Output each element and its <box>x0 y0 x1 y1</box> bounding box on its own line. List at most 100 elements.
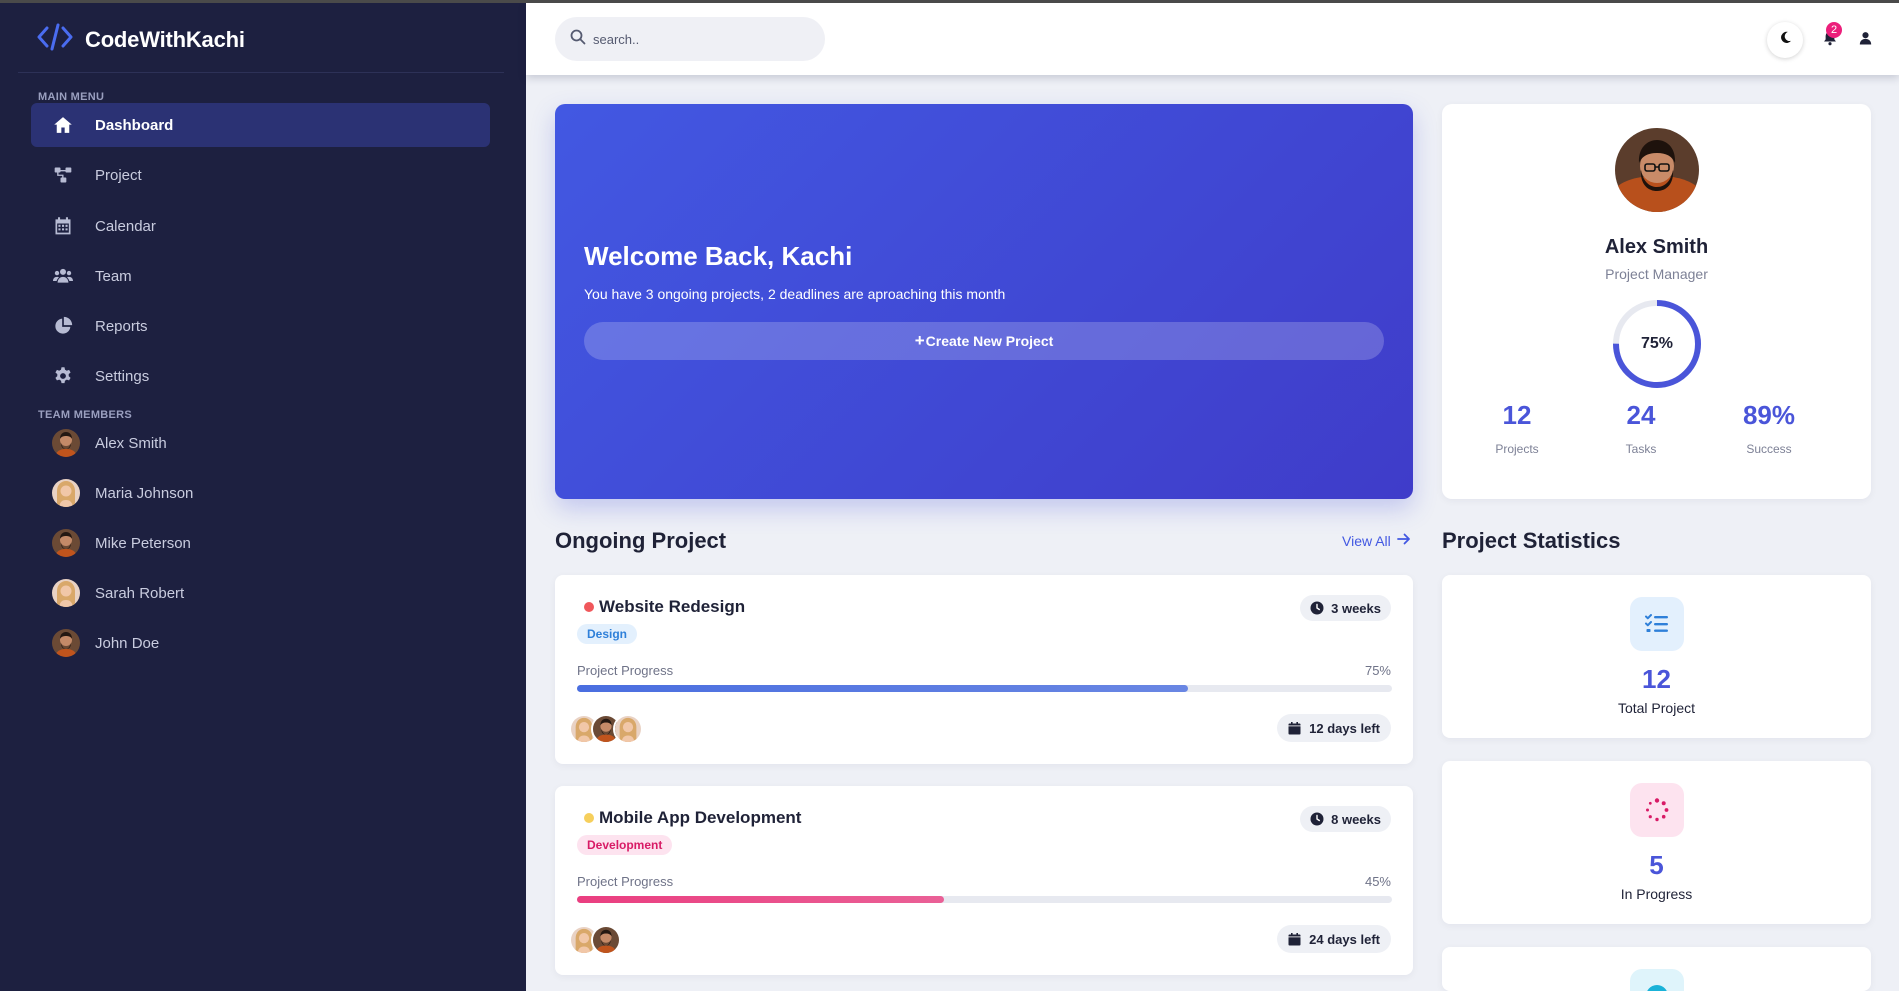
progress-label: Project Progress <box>577 874 674 889</box>
days-left-badge: 12 days left <box>1277 714 1391 742</box>
sidebar-item-label: Project <box>95 166 142 184</box>
days-left-badge: 24 days left <box>1277 925 1391 953</box>
spinner-icon <box>1630 783 1684 837</box>
team-member[interactable]: Maria Johnson <box>52 476 193 510</box>
sidebar: CodeWithKachi MAIN MENU Dashboard Projec… <box>0 0 526 991</box>
search-input[interactable] <box>593 31 813 47</box>
progress-bar-fill <box>577 685 1189 692</box>
welcome-banner: Welcome Back, Kachi You have 3 ongoing p… <box>555 104 1413 499</box>
sidebar-item-project[interactable]: Project <box>31 153 490 197</box>
theme-toggle-button[interactable] <box>1767 22 1803 58</box>
stat-label: In Progress <box>1620 886 1693 902</box>
profile-stat-success: 89% Success <box>1719 400 1819 456</box>
home-icon <box>51 114 75 136</box>
duration-badge: 3 weeks <box>1300 595 1391 621</box>
progress-bar <box>577 685 1392 692</box>
view-all-link[interactable]: View All <box>1342 532 1411 549</box>
check-circle-icon <box>1630 969 1684 991</box>
create-project-button[interactable]: + Create New Project <box>584 322 1384 360</box>
avatar <box>52 429 80 457</box>
profile-stat-label: Success <box>1746 442 1792 456</box>
profile-role: Project Manager <box>1605 266 1708 282</box>
stat-value: 12 <box>1642 664 1671 694</box>
profile-stat-value: 89% <box>1742 400 1796 430</box>
project-title: Website Redesign <box>599 597 746 616</box>
team-member[interactable]: Alex Smith <box>52 426 167 460</box>
code-logo-icon <box>37 22 73 57</box>
task-list-icon <box>1630 597 1684 651</box>
calendar-icon <box>1288 932 1301 945</box>
progress-label: Project Progress <box>577 663 674 678</box>
calendar-icon <box>1288 721 1301 734</box>
clock-icon <box>1310 601 1324 615</box>
duration-badge: 8 weeks <box>1300 806 1391 832</box>
stat-label: Total Project <box>1617 700 1696 716</box>
profile-stat-value: 24 <box>1626 400 1656 430</box>
duration-text: 3 weeks <box>1331 600 1381 616</box>
profile-stat-projects: 12 Projects <box>1467 400 1567 456</box>
search-icon <box>555 29 586 50</box>
profile-card: Alex Smith Project Manager 75% 12 Projec… <box>1442 104 1871 499</box>
project-tag: Design <box>577 624 638 644</box>
ongoing-project-title: Ongoing Project <box>555 528 727 553</box>
profile-name: Alex Smith <box>1604 236 1709 258</box>
profile-avatar[interactable] <box>1615 128 1699 212</box>
avatar <box>52 579 80 607</box>
welcome-subtitle: You have 3 ongoing projects, 2 deadlines… <box>584 286 1006 302</box>
moon-icon <box>1779 31 1792 49</box>
profile-stat-value: 12 <box>1502 400 1532 430</box>
top-header: 2 <box>526 3 1899 75</box>
view-all-label: View All <box>1342 532 1391 549</box>
sidebar-item-team[interactable]: Team <box>31 254 490 298</box>
avatar <box>52 529 80 557</box>
avatar[interactable] <box>613 714 643 744</box>
sidebar-item-label: Dashboard <box>95 116 174 134</box>
assignee-avatars <box>569 714 643 744</box>
notification-count-badge: 2 <box>1826 22 1842 38</box>
team-member[interactable]: Sarah Robert <box>52 576 184 610</box>
team-member-name: Mike Peterson <box>95 534 191 552</box>
project-title: Mobile App Development <box>599 808 802 827</box>
create-project-label: Create New Project <box>925 333 1054 349</box>
team-member[interactable]: Mike Peterson <box>52 526 191 560</box>
days-left-text: 24 days left <box>1309 931 1380 947</box>
duration-text: 8 weeks <box>1331 811 1381 827</box>
welcome-title: Welcome Back, Kachi <box>584 241 853 271</box>
progress-bar-fill <box>577 896 944 903</box>
stat-card-in-progress[interactable]: 5 In Progress <box>1442 761 1871 924</box>
sidebar-item-settings[interactable]: Settings <box>31 354 490 398</box>
avatar[interactable] <box>591 925 621 955</box>
status-dot <box>584 813 594 823</box>
progress-value: 75% <box>1364 663 1391 678</box>
team-icon <box>51 265 75 287</box>
stat-value: 5 <box>1649 850 1664 880</box>
project-card[interactable]: Mobile App Development Development 8 wee… <box>555 786 1413 975</box>
user-icon <box>1859 31 1872 50</box>
team-member-name: John Doe <box>95 634 160 652</box>
days-left-text: 12 days left <box>1309 720 1380 736</box>
sidebar-item-label: Reports <box>95 317 148 335</box>
sidebar-item-reports[interactable]: Reports <box>31 304 490 348</box>
arrow-right-icon <box>1391 532 1411 549</box>
avatar <box>52 479 80 507</box>
user-menu-button[interactable] <box>1853 27 1877 53</box>
progress-bar <box>577 896 1392 903</box>
progress-ring-label: 75% <box>1640 335 1674 352</box>
sidebar-item-calendar[interactable]: Calendar <box>31 204 490 248</box>
team-member[interactable]: John Doe <box>52 626 159 660</box>
divider <box>18 72 504 73</box>
search-bar[interactable] <box>555 17 825 61</box>
stat-card-completed[interactable] <box>1442 947 1871 991</box>
team-members-label: TEAM MEMBERS <box>38 409 133 421</box>
clock-icon <box>1310 812 1324 826</box>
gear-icon <box>51 365 75 387</box>
brand[interactable]: CodeWithKachi <box>37 22 245 57</box>
sidebar-item-dashboard[interactable]: Dashboard <box>31 103 490 147</box>
progress-value: 45% <box>1364 874 1391 889</box>
plus-icon: + <box>914 331 925 350</box>
stat-card-total-project[interactable]: 12 Total Project <box>1442 575 1871 738</box>
project-card[interactable]: Website Redesign Design 3 weeks Project … <box>555 575 1413 764</box>
team-member-name: Alex Smith <box>95 434 167 452</box>
project-statistics-title: Project Statistics <box>1442 528 1621 553</box>
window-top-border <box>0 0 1899 3</box>
